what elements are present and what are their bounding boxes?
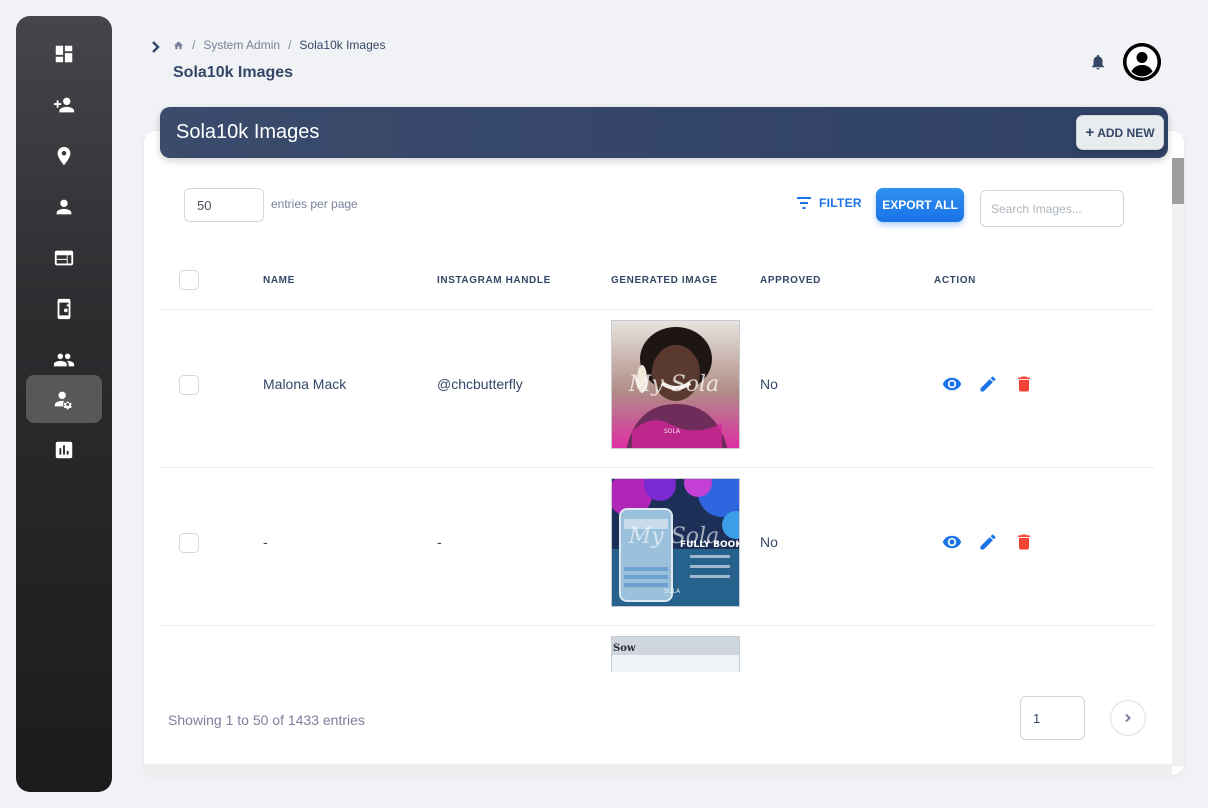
dashboard-icon xyxy=(55,45,73,63)
overlay-script-text: My Sola xyxy=(628,524,719,549)
column-header-action: ACTION xyxy=(934,275,976,286)
analytics-icon xyxy=(55,441,73,459)
location-pin-icon xyxy=(57,146,71,166)
eye-icon xyxy=(942,377,962,391)
generated-image-fully-booked: FULLY BOOKED My Sola SOLA xyxy=(612,479,739,606)
overlay-script-text: My Sola xyxy=(628,372,719,397)
app-settings-icon xyxy=(57,298,71,320)
breadcrumb-current: Sola10k Images xyxy=(299,38,386,52)
overlay-partial-text: Sow xyxy=(613,643,636,654)
trash-icon xyxy=(1018,534,1030,550)
horizontal-scrollbar[interactable] xyxy=(144,764,1172,776)
trash-icon xyxy=(1018,376,1030,392)
home-icon xyxy=(173,40,184,49)
edit-button[interactable] xyxy=(978,374,998,394)
images-card xyxy=(144,131,1184,775)
add-new-button[interactable]: + ADD NEW xyxy=(1076,115,1164,150)
notifications-button[interactable] xyxy=(1089,52,1107,72)
table-divider xyxy=(160,625,1155,626)
row-approved: No xyxy=(760,376,778,392)
column-header-instagram[interactable]: INSTAGRAM HANDLE xyxy=(437,275,551,286)
manage-accounts-icon xyxy=(54,391,72,410)
chevron-right-icon xyxy=(1125,713,1131,723)
user-avatar[interactable] xyxy=(1123,43,1161,81)
breadcrumb-home-link[interactable] xyxy=(173,40,184,51)
person-icon xyxy=(56,199,72,215)
bell-icon xyxy=(1092,54,1104,70)
sidebar-item-web[interactable] xyxy=(26,234,102,282)
card-header: Sola10k Images + ADD NEW xyxy=(160,107,1168,158)
add-new-label: ADD NEW xyxy=(1097,125,1155,140)
next-page-button[interactable] xyxy=(1110,700,1146,736)
vertical-scrollbar-track[interactable] xyxy=(1172,158,1184,766)
filter-icon xyxy=(797,197,811,209)
entries-per-page-input[interactable]: 50 xyxy=(184,188,264,222)
sidebar xyxy=(16,16,112,792)
select-all-checkbox[interactable] xyxy=(179,270,199,290)
plus-icon: + xyxy=(1085,124,1095,141)
pencil-icon xyxy=(980,534,996,550)
row-approved: No xyxy=(760,534,778,550)
row-checkbox[interactable] xyxy=(179,375,199,395)
filter-label: FILTER xyxy=(819,196,862,210)
view-button[interactable] xyxy=(942,374,962,394)
sidebar-toggle-button[interactable] xyxy=(149,39,163,55)
edit-button[interactable] xyxy=(978,532,998,552)
chevron-right-icon xyxy=(152,41,160,53)
generated-image-portrait: My Sola SOLA xyxy=(612,321,739,448)
eye-icon xyxy=(942,535,962,549)
delete-button[interactable] xyxy=(1014,374,1034,394)
page-number-input[interactable]: 1 xyxy=(1020,696,1085,740)
overlay-brand-text: SOLA xyxy=(664,428,681,435)
column-header-approved[interactable]: APPROVED xyxy=(760,275,821,286)
breadcrumb: / System Admin / Sola10k Images xyxy=(173,38,385,52)
sidebar-item-app-settings[interactable] xyxy=(26,285,102,333)
row-checkbox[interactable] xyxy=(179,533,199,553)
row-instagram-handle: - xyxy=(437,534,442,550)
table-divider xyxy=(160,467,1155,468)
card-title: Sola10k Images xyxy=(176,121,320,143)
row-name: Malona Mack xyxy=(263,376,347,392)
row-instagram-handle: @chcbutterfly xyxy=(437,376,523,392)
filter-button[interactable]: FILTER xyxy=(797,196,862,210)
sidebar-item-dashboard[interactable] xyxy=(26,30,102,78)
column-header-name[interactable]: NAME xyxy=(263,275,295,286)
view-button[interactable] xyxy=(942,532,962,552)
entries-per-page-label: entries per page xyxy=(271,197,358,211)
sidebar-item-locations[interactable] xyxy=(26,132,102,180)
delete-button[interactable] xyxy=(1014,532,1034,552)
person-add-icon xyxy=(53,97,75,113)
account-circle-icon xyxy=(1123,43,1161,81)
pencil-icon xyxy=(980,376,996,392)
web-icon xyxy=(54,250,74,266)
vertical-scrollbar-thumb[interactable] xyxy=(1172,158,1184,204)
group-icon xyxy=(53,353,75,367)
row-name: - xyxy=(263,534,268,550)
sidebar-item-analytics[interactable] xyxy=(26,426,102,474)
generated-image-thumbnail[interactable]: My Sola SOLA xyxy=(611,320,740,449)
export-all-button[interactable]: EXPORT ALL xyxy=(876,188,964,222)
sidebar-item-profile[interactable] xyxy=(26,183,102,231)
breadcrumb-separator: / xyxy=(192,38,196,52)
entries-summary: Showing 1 to 50 of 1433 entries xyxy=(168,712,365,728)
sidebar-item-system-admin[interactable] xyxy=(26,375,102,423)
table-divider xyxy=(160,309,1155,310)
sidebar-item-add-user[interactable] xyxy=(26,81,102,129)
overlay-brand-text: SOLA xyxy=(664,588,681,595)
page-title: Sola10k Images xyxy=(173,64,294,81)
breadcrumb-system-admin[interactable]: System Admin xyxy=(203,38,280,52)
generated-image-thumbnail[interactable]: FULLY BOOKED My Sola SOLA xyxy=(611,478,740,607)
generated-image-partial: Sow xyxy=(612,637,739,672)
column-header-generated-image[interactable]: GENERATED IMAGE xyxy=(611,275,718,286)
breadcrumb-separator: / xyxy=(288,38,292,52)
generated-image-thumbnail[interactable]: Sow xyxy=(611,636,740,672)
search-images-input[interactable]: Search Images... xyxy=(980,190,1124,227)
